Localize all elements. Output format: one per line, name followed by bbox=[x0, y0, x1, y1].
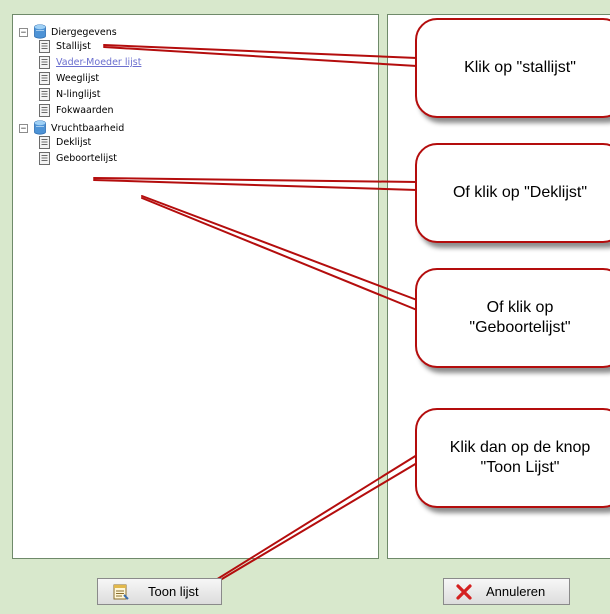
document-icon bbox=[39, 152, 50, 165]
document-icon bbox=[39, 40, 50, 53]
tree-item-label: Geboortelijst bbox=[56, 153, 117, 164]
report-list-icon bbox=[113, 584, 129, 600]
tree-node-label: Vruchtbaarheid bbox=[51, 122, 125, 134]
tree-node-label: Diergegevens bbox=[51, 26, 117, 38]
tree-item-label: N-linglijst bbox=[56, 89, 101, 100]
tree-node-diergegevens[interactable]: − Diergegevens bbox=[19, 24, 117, 40]
document-icon bbox=[39, 72, 50, 85]
window-body: − Diergegevens Stallijst Vader-Moeder li… bbox=[0, 0, 610, 614]
document-icon bbox=[39, 88, 50, 101]
callout-geboortelijst: Of klik op "Geboortelijst" bbox=[415, 268, 610, 368]
annuleren-label: Annuleren bbox=[486, 584, 546, 599]
document-icon bbox=[39, 104, 50, 117]
tree-item-weeglijst[interactable]: Weeglijst bbox=[39, 72, 99, 85]
callout-stallijst: Klik op "stallijst" bbox=[415, 18, 610, 118]
tree-item-fokwaarden[interactable]: Fokwaarden bbox=[39, 104, 114, 117]
tree-item-stallijst[interactable]: Stallijst bbox=[39, 40, 91, 53]
tree-item-geboortelijst[interactable]: Geboortelijst bbox=[39, 152, 117, 165]
database-icon bbox=[34, 24, 46, 39]
tree-item-deklijst[interactable]: Deklijst bbox=[39, 136, 91, 149]
callout-toon-lijst: Klik dan op de knop "Toon Lijst" bbox=[415, 408, 610, 508]
report-tree-panel: − Diergegevens Stallijst Vader-Moeder li… bbox=[12, 14, 379, 559]
document-icon bbox=[39, 136, 50, 149]
tree-node-vruchtbaarheid[interactable]: − Vruchtbaarheid bbox=[19, 120, 124, 136]
tree-item-label: Stallijst bbox=[56, 41, 91, 52]
tree-item-label: Weeglijst bbox=[56, 73, 100, 84]
tree-item-label: Vader-Moeder lijst bbox=[56, 57, 142, 68]
database-icon bbox=[34, 120, 46, 135]
callout-deklijst: Of klik op "Deklijst" bbox=[415, 143, 610, 243]
cancel-x-icon bbox=[456, 583, 472, 600]
tree-item-label: Deklijst bbox=[56, 137, 92, 148]
collapse-toggle[interactable]: − bbox=[19, 123, 28, 133]
tree-item-label: Fokwaarden bbox=[56, 105, 114, 116]
tree-item-n-linglijst[interactable]: N-linglijst bbox=[39, 88, 100, 101]
toon-lijst-label: Toon lijst bbox=[148, 584, 199, 599]
collapse-toggle[interactable]: − bbox=[19, 27, 28, 37]
tree-item-vader-moeder-lijst[interactable]: Vader-Moeder lijst bbox=[39, 56, 141, 69]
document-icon bbox=[39, 56, 50, 69]
annuleren-button[interactable]: Annuleren bbox=[443, 578, 570, 605]
toon-lijst-button[interactable]: Toon lijst bbox=[97, 578, 222, 605]
